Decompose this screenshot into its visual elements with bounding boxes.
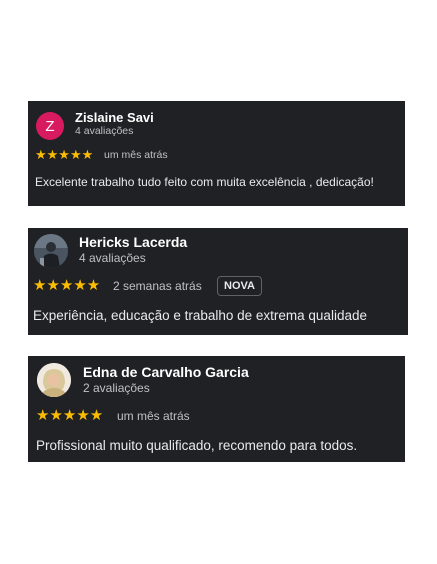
avatar[interactable]	[34, 234, 68, 268]
avatar-letter: Z	[45, 117, 55, 135]
review-time: 2 semanas atrás	[113, 279, 202, 293]
star-rating: ★★★★★	[36, 407, 104, 424]
reviewer-name[interactable]: Zislaine Savi	[75, 110, 154, 125]
reviewer-name[interactable]: Edna de Carvalho Garcia	[83, 364, 249, 380]
review-card: Hericks Lacerda 4 avaliações ★★★★★ 2 sem…	[28, 228, 408, 335]
reviewer-name[interactable]: Hericks Lacerda	[79, 234, 187, 250]
profile-photo-icon	[37, 363, 71, 397]
avatar[interactable]	[37, 363, 71, 397]
new-badge: NOVA	[217, 276, 262, 296]
star-rating: ★★★★★	[33, 277, 101, 294]
review-count: 4 avaliações	[79, 251, 146, 265]
avatar[interactable]: Z	[36, 112, 64, 140]
review-time: um mês atrás	[117, 409, 190, 423]
review-card: Edna de Carvalho Garcia 2 avaliações ★★★…	[28, 356, 405, 462]
review-time: um mês atrás	[104, 149, 168, 161]
star-rating: ★★★★★	[35, 147, 94, 162]
review-text: Profissional muito qualificado, recomend…	[36, 438, 358, 453]
review-card: Z Zislaine Savi 4 avaliações ★★★★★ um mê…	[28, 101, 405, 206]
profile-photo-icon	[34, 234, 68, 268]
review-count: 4 avaliações	[75, 125, 134, 137]
review-text: Experiência, educação e trabalho de extr…	[33, 308, 367, 323]
review-count: 2 avaliações	[83, 381, 150, 395]
review-text: Excelente trabalho tudo feito com muita …	[35, 175, 374, 189]
